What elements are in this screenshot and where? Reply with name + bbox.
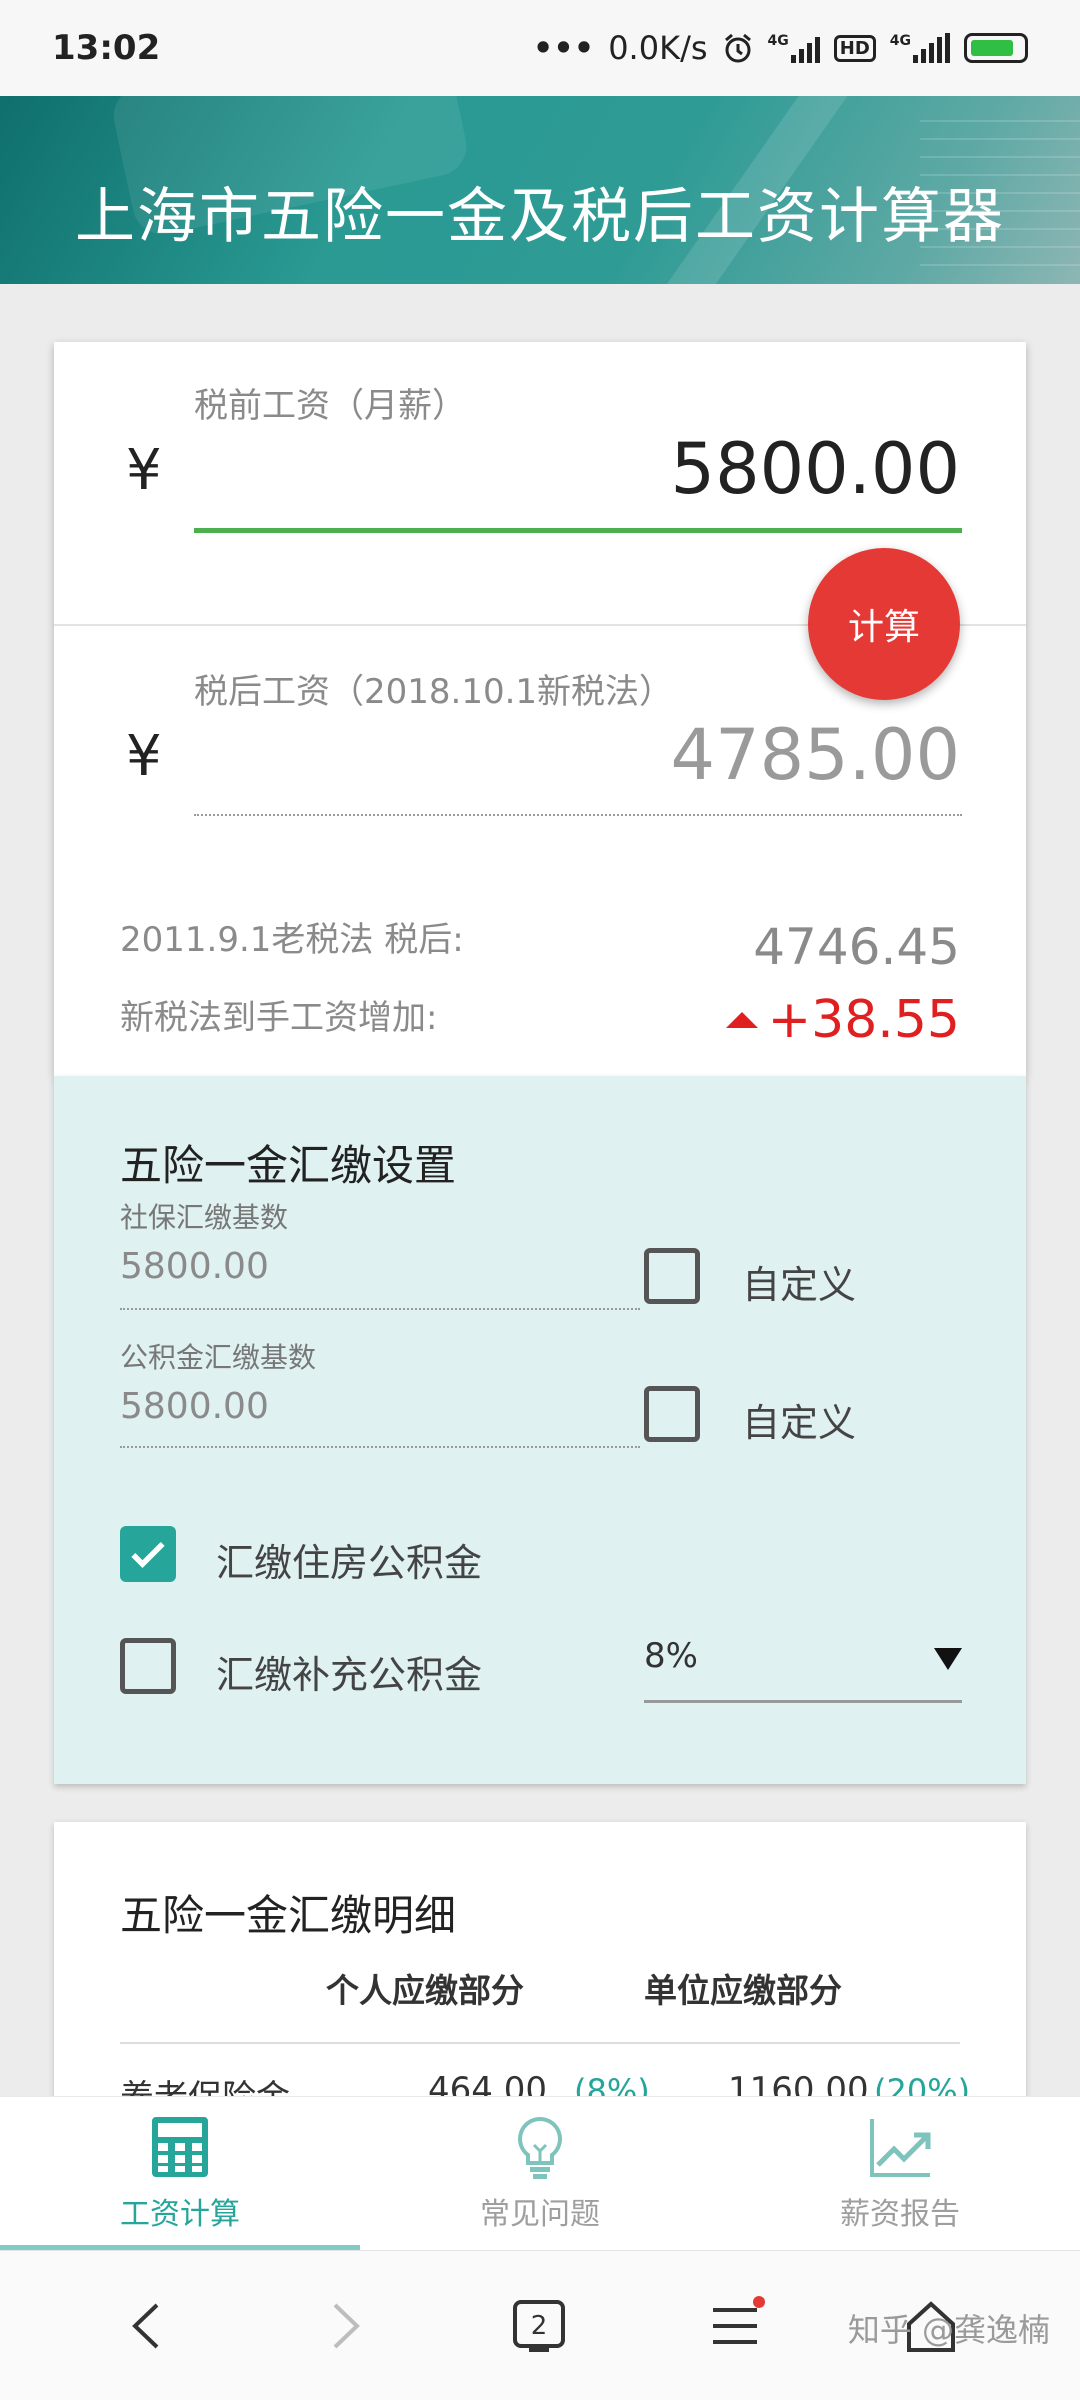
- battery-icon: [964, 33, 1028, 63]
- alarm-icon: [724, 33, 751, 63]
- browser-toolbar: 2 知乎 @龚逸楠: [0, 2250, 1080, 2400]
- social-custom-checkbox[interactable]: [644, 1248, 700, 1304]
- fund-base-label: 公积金汇缴基数: [120, 1341, 317, 1374]
- settings-title: 五险一金汇缴设置: [120, 1141, 457, 1190]
- fund-custom-label: 自定义: [742, 1401, 857, 1445]
- col-company: 单位应缴部分: [644, 1971, 842, 2010]
- back-arrow-icon: [132, 2303, 159, 2349]
- currency-symbol-2: ¥: [126, 724, 162, 789]
- lightbulb-icon: [518, 2116, 562, 2179]
- calculate-button[interactable]: 计算: [808, 548, 960, 700]
- nav-label: 薪资报告: [840, 2197, 960, 2232]
- hd-badge: HD: [833, 34, 876, 62]
- col-personal: 个人应缴部分: [326, 1971, 524, 2010]
- signal-icon-2: [913, 33, 950, 63]
- check-icon: [131, 1541, 165, 1568]
- increase-value: +38.55: [767, 990, 960, 1050]
- status-bar: 13:02 ••• 0.0K/s 4G HD 4G: [0, 0, 1080, 96]
- page-title: 上海市五险一金及税后工资计算器: [75, 182, 1005, 252]
- currency-symbol: ¥: [126, 438, 162, 503]
- supplementary-fund-checkbox[interactable]: [120, 1638, 176, 1694]
- network-type-2: 4G: [889, 33, 911, 49]
- social-base-label: 社保汇缴基数: [120, 1201, 289, 1234]
- pre-tax-input[interactable]: 5800.00: [671, 428, 960, 510]
- details-divider: [120, 2042, 960, 2044]
- back-button[interactable]: [112, 2291, 182, 2361]
- tabs-button[interactable]: 2: [504, 2291, 574, 2361]
- calculator-icon: [152, 2117, 208, 2177]
- social-custom-label: 自定义: [742, 1263, 857, 1307]
- dropdown-arrow-icon[interactable]: [934, 1648, 962, 1670]
- app-header: 上海市五险一金及税后工资计算器: [0, 96, 1080, 284]
- increase-value-group: +38.55: [725, 990, 960, 1050]
- contribution-settings: 五险一金汇缴设置 社保汇缴基数 5800.00 自定义 公积金汇缴基数 5800…: [54, 1076, 1026, 1784]
- signal-icon: [790, 33, 820, 63]
- pre-tax-label: 税前工资（月薪）: [194, 386, 466, 426]
- status-icons: ••• 0.0K/s 4G HD 4G: [533, 29, 1028, 67]
- nav-label: 常见问题: [480, 2197, 600, 2232]
- more-dots-icon: •••: [532, 29, 595, 67]
- fund-base-input[interactable]: 5800.00: [120, 1386, 269, 1427]
- rate-select-underline: [644, 1700, 962, 1703]
- network-type-1: 4G: [767, 33, 789, 49]
- post-tax-underline: [194, 814, 962, 816]
- trend-chart-icon: [870, 2119, 931, 2177]
- social-base-input[interactable]: 5800.00: [120, 1246, 269, 1287]
- nav-salary-report[interactable]: 薪资报告: [720, 2097, 1080, 2250]
- nav-faq[interactable]: 常见问题: [360, 2097, 720, 2250]
- forward-arrow-icon: [333, 2303, 360, 2349]
- old-law-label: 2011.9.1老税法 税后:: [120, 920, 464, 960]
- old-law-value: 4746.45: [753, 918, 960, 976]
- fund-base-underline: [120, 1446, 640, 1448]
- net-speed: 0.0K/s: [608, 29, 708, 67]
- menu-icon: [713, 2296, 765, 2344]
- increase-label: 新税法到手工资增加:: [120, 998, 438, 1038]
- fund-custom-checkbox[interactable]: [644, 1386, 700, 1442]
- nav-label: 工资计算: [120, 2197, 240, 2232]
- forward-button[interactable]: [310, 2291, 380, 2361]
- up-arrow-icon: [725, 1012, 758, 1028]
- social-base-underline: [120, 1308, 640, 1310]
- supplementary-fund-label: 汇缴补充公积金: [216, 1653, 483, 1697]
- housing-fund-label: 汇缴住房公积金: [216, 1541, 483, 1585]
- tab-count: 2: [530, 2311, 548, 2341]
- supplementary-rate-select[interactable]: 8%: [644, 1636, 698, 1676]
- bottom-navigation: 工资计算 常见问题 薪资报告: [0, 2096, 1080, 2250]
- housing-fund-checkbox[interactable]: [120, 1526, 176, 1582]
- menu-button[interactable]: [700, 2291, 770, 2361]
- nav-salary-calc[interactable]: 工资计算: [0, 2097, 360, 2250]
- salary-card: 税前工资（月薪） ¥ 5800.00 计算 税后工资（2018.10.1新税法）…: [54, 342, 1026, 1076]
- post-tax-value: 4785.00: [670, 714, 960, 796]
- post-tax-label: 税后工资（2018.10.1新税法）: [194, 672, 674, 712]
- status-time: 13:02: [52, 28, 161, 68]
- watermark: 知乎 @龚逸楠: [847, 2311, 1050, 2349]
- details-title: 五险一金汇缴明细: [120, 1891, 457, 1940]
- pre-tax-input-underline: [194, 528, 962, 533]
